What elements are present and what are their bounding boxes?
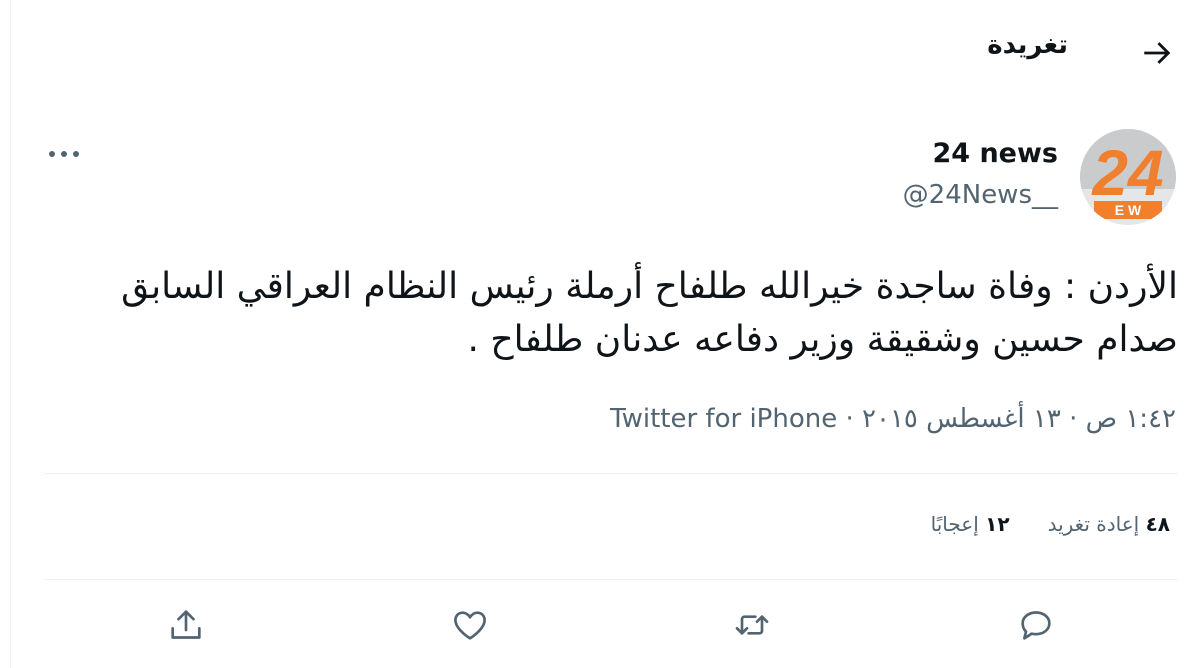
retweet-button[interactable] — [729, 604, 775, 650]
like-button[interactable] — [447, 604, 493, 650]
divider — [44, 473, 1178, 474]
avatar-sub-text: E W — [1115, 202, 1142, 218]
page-title: تغريدة — [987, 30, 1068, 60]
retweets-stat[interactable]: ٤٨ إعادة تغريد — [1048, 512, 1170, 536]
avatar[interactable]: 24 E W — [1080, 129, 1176, 225]
heart-icon — [450, 605, 490, 649]
divider — [44, 579, 1178, 580]
tweet-text: الأردن : وفاة ساجدة خيرالله طلفاح أرملة … — [121, 266, 1178, 360]
likes-label: إعجابًا — [930, 512, 979, 536]
back-arrow-icon[interactable] — [1140, 36, 1174, 70]
retweets-count: ٤٨ — [1145, 512, 1170, 536]
reply-icon — [1016, 605, 1056, 649]
share-icon — [166, 605, 206, 649]
tweet-time[interactable]: ١:٤٢ ص — [1086, 404, 1176, 434]
meta-separator: · — [837, 404, 863, 434]
likes-count: ١٢ — [985, 512, 1010, 536]
likes-stat[interactable]: ١٢ إعجابًا — [931, 512, 1010, 536]
tweet-stats: ٤٨ إعادة تغريد ١٢ إعجابًا — [893, 512, 1170, 536]
retweet-icon — [732, 605, 772, 649]
tweet-source[interactable]: Twitter for iPhone — [610, 404, 837, 434]
tweet-meta: ١:٤٢ ص · ١٣ أغسطس ٢٠١٥ · Twitter for iPh… — [610, 404, 1176, 434]
share-button[interactable] — [163, 604, 209, 650]
tweet-date[interactable]: ١٣ أغسطس ٢٠١٥ — [862, 404, 1061, 434]
reply-button[interactable] — [1013, 604, 1059, 650]
handle[interactable]: @24News__ — [903, 180, 1058, 210]
retweets-label: إعادة تغريد — [1047, 512, 1140, 536]
page-header: تغريدة — [0, 0, 1200, 106]
more-options-icon[interactable] — [44, 140, 84, 168]
display-name[interactable]: 24 news — [932, 138, 1058, 169]
meta-separator: · — [1060, 404, 1086, 434]
avatar-logo-text: 24 — [1091, 137, 1163, 209]
